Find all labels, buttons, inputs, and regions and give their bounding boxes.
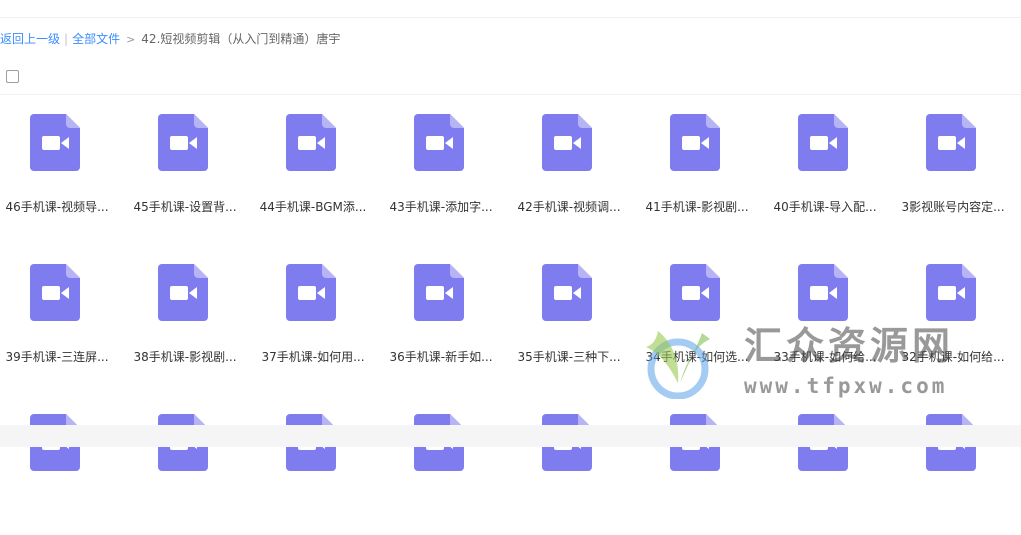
list-header-bar xyxy=(0,62,1021,95)
file-tile[interactable]: 42手机课-视频调... xyxy=(512,95,640,235)
all-files-link[interactable]: 全部文件 xyxy=(72,32,120,46)
file-tile[interactable]: 46手机课-视频导... xyxy=(0,95,128,235)
file-name: 37手机课-如何用... xyxy=(261,350,365,364)
file-name: 33手机课-如何给... xyxy=(773,350,877,364)
file-name: 44手机课-BGM添... xyxy=(259,200,367,214)
file-name: 42手机课-视频调... xyxy=(517,200,621,214)
file-name: 35手机课-三种下... xyxy=(517,350,621,364)
file-tile[interactable]: 3影视账号内容定... xyxy=(896,95,1021,235)
video-file-icon xyxy=(670,264,720,321)
file-tile[interactable]: 40手机课-导入配... xyxy=(768,95,896,235)
video-file-icon xyxy=(414,114,464,171)
file-name: 39手机课-三连屏... xyxy=(5,350,109,364)
file-tile[interactable]: 38手机课-影视剧... xyxy=(128,245,256,385)
file-tile[interactable]: 43手机课-添加字... xyxy=(384,95,512,235)
file-name: 34手机课-如何选... xyxy=(645,350,749,364)
select-all-checkbox[interactable] xyxy=(6,70,19,83)
file-tile[interactable]: 37手机课-如何用... xyxy=(256,245,384,385)
video-file-icon xyxy=(158,264,208,321)
file-name: 45手机课-设置背... xyxy=(133,200,237,214)
back-link[interactable]: 返回上一级 xyxy=(0,32,60,46)
current-folder-name: 42.短视频剪辑（从入门到精通）唐宇 xyxy=(141,32,341,46)
file-tile[interactable] xyxy=(896,395,1021,535)
file-name: 38手机课-影视剧... xyxy=(133,350,237,364)
file-name: 46手机课-视频导... xyxy=(5,200,109,214)
file-tile[interactable] xyxy=(640,395,768,535)
video-file-icon xyxy=(798,264,848,321)
video-file-icon xyxy=(158,114,208,171)
video-file-icon xyxy=(30,114,80,171)
video-file-icon xyxy=(542,114,592,171)
video-file-icon xyxy=(798,114,848,171)
video-file-icon xyxy=(926,114,976,171)
file-tile[interactable]: 35手机课-三种下... xyxy=(512,245,640,385)
video-file-icon xyxy=(414,264,464,321)
video-file-icon xyxy=(286,114,336,171)
file-name: 32手机课-如何给... xyxy=(901,350,1005,364)
top-toolbar-strip xyxy=(0,0,1021,18)
file-name: 3影视账号内容定... xyxy=(901,200,1005,214)
file-name: 36手机课-新手如... xyxy=(389,350,493,364)
file-tile[interactable]: 45手机课-设置背... xyxy=(128,95,256,235)
file-name: 43手机课-添加字... xyxy=(389,200,493,214)
file-tile[interactable] xyxy=(128,395,256,535)
file-tile[interactable] xyxy=(0,395,128,535)
file-tile[interactable]: 44手机课-BGM添... xyxy=(256,95,384,235)
file-tile[interactable]: 34手机课-如何选... xyxy=(640,245,768,385)
file-tile[interactable] xyxy=(384,395,512,535)
video-file-icon xyxy=(30,264,80,321)
video-file-icon xyxy=(670,114,720,171)
file-tile[interactable] xyxy=(256,395,384,535)
video-file-icon xyxy=(286,264,336,321)
file-tile[interactable] xyxy=(512,395,640,535)
video-file-icon xyxy=(926,264,976,321)
footer-band xyxy=(0,425,1021,447)
breadcrumb-arrow-icon: > xyxy=(126,33,136,46)
file-name: 41手机课-影视剧... xyxy=(645,200,749,214)
file-tile[interactable] xyxy=(768,395,896,535)
file-tile[interactable]: 36手机课-新手如... xyxy=(384,245,512,385)
breadcrumb: 返回上一级 | 全部文件 >42.短视频剪辑（从入门到精通）唐宇 xyxy=(0,30,340,48)
file-tile[interactable]: 39手机课-三连屏... xyxy=(0,245,128,385)
file-tile[interactable]: 41手机课-影视剧... xyxy=(640,95,768,235)
file-name: 40手机课-导入配... xyxy=(773,200,877,214)
breadcrumb-separator: | xyxy=(64,32,69,46)
file-tile[interactable]: 33手机课-如何给... xyxy=(768,245,896,385)
file-tile[interactable]: 32手机课-如何给... xyxy=(896,245,1021,385)
video-file-icon xyxy=(542,264,592,321)
